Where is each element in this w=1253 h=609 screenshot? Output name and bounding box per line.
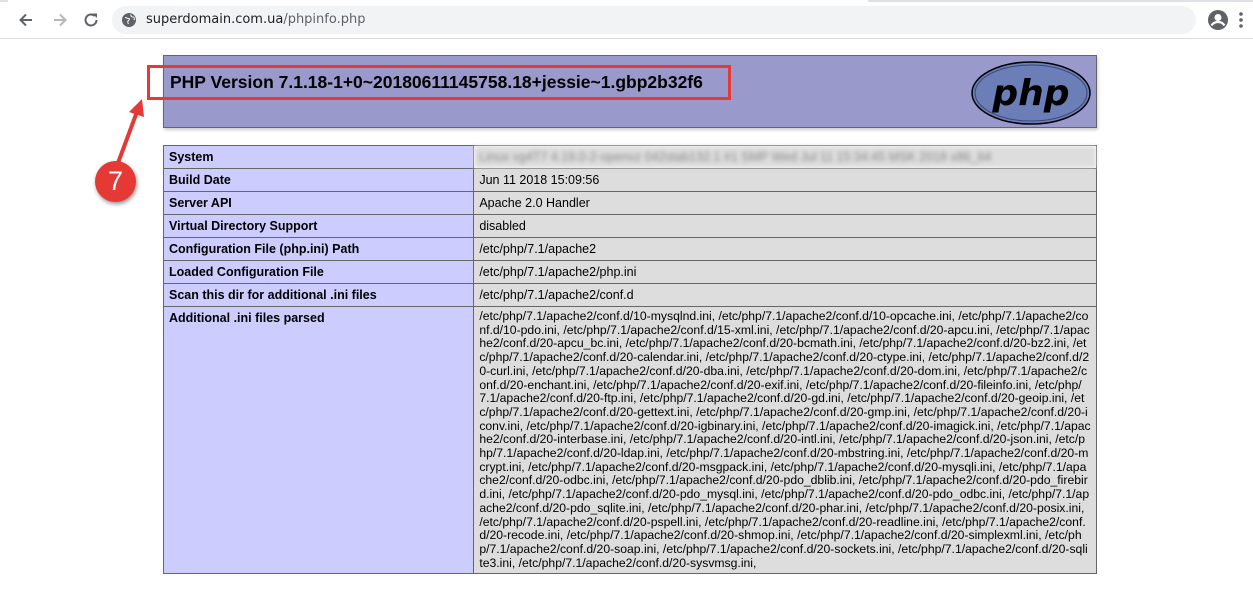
browser-toolbar: superdomain.com.ua/phpinfo.php (0, 0, 1253, 39)
table-row: Scan this dir for additional .ini files … (162, 283, 1097, 307)
forward-arrow-icon (54, 13, 67, 27)
row-key-system: System (162, 145, 475, 169)
reload-icon (84, 13, 98, 27)
annotation-step-badge: 7 (95, 161, 136, 202)
php-info-table: System Linux vg4T7 4.19.0-2-openvz 042st… (162, 145, 1097, 575)
table-row: Build Date Jun 11 2018 15:09:56 (162, 168, 1097, 192)
row-key-config-path: Configuration File (php.ini) Path (162, 237, 475, 261)
url-host: superdomain.com.ua (146, 12, 284, 27)
row-value-server-api: Apache 2.0 Handler (473, 191, 1097, 215)
row-key-scan-dir: Scan this dir for additional .ini files (162, 283, 475, 307)
more-menu-icon[interactable] (1238, 10, 1244, 30)
row-value-config-path: /etc/php/7.1/apache2 (473, 237, 1097, 261)
url-path: /phpinfo.php (283, 12, 366, 27)
table-row: Additional .ini files parsed /etc/php/7.… (162, 305, 1097, 575)
back-button[interactable] (14, 8, 38, 32)
row-value-build-date: Jun 11 2018 15:09:56 (473, 168, 1097, 192)
php-logo: php (971, 61, 1091, 125)
row-key-loaded-config: Loaded Configuration File (162, 260, 475, 284)
address-bar[interactable]: superdomain.com.ua/phpinfo.php (112, 6, 1196, 34)
row-key-build-date: Build Date (162, 168, 475, 192)
row-value-virtual-directory: disabled (473, 214, 1097, 238)
back-arrow-icon (19, 13, 32, 27)
table-row: System Linux vg4T7 4.19.0-2-openvz 042st… (162, 145, 1097, 169)
table-row: Configuration File (php.ini) Path /etc/p… (162, 237, 1097, 261)
table-row: Loaded Configuration File /etc/php/7.1/a… (162, 260, 1097, 284)
table-row: Server API Apache 2.0 Handler (162, 191, 1097, 215)
row-key-server-api: Server API (162, 191, 475, 215)
row-key-additional-ini: Additional .ini files parsed (162, 305, 475, 575)
row-value-scan-dir: /etc/php/7.1/apache2/conf.d (473, 283, 1097, 307)
row-key-virtual-directory: Virtual Directory Support (162, 214, 475, 238)
row-value-additional-ini: /etc/php/7.1/apache2/conf.d/10-mysqlnd.i… (473, 305, 1097, 575)
annotation-highlight-box (147, 65, 731, 100)
tab-strip (0, 0, 1253, 2)
forward-button[interactable] (48, 8, 72, 32)
profile-icon[interactable] (1207, 9, 1229, 31)
php-logo-text: php (991, 73, 1069, 114)
row-value-loaded-config: /etc/php/7.1/apache2/php.ini (473, 260, 1097, 284)
globe-icon (122, 13, 136, 27)
url-text: superdomain.com.ua/phpinfo.php (146, 12, 365, 28)
reload-button[interactable] (79, 8, 103, 32)
table-row: Virtual Directory Support disabled (162, 214, 1097, 238)
row-value-system: Linux vg4T7 4.19.0-2-openvz 042stab132.1… (473, 145, 1097, 169)
